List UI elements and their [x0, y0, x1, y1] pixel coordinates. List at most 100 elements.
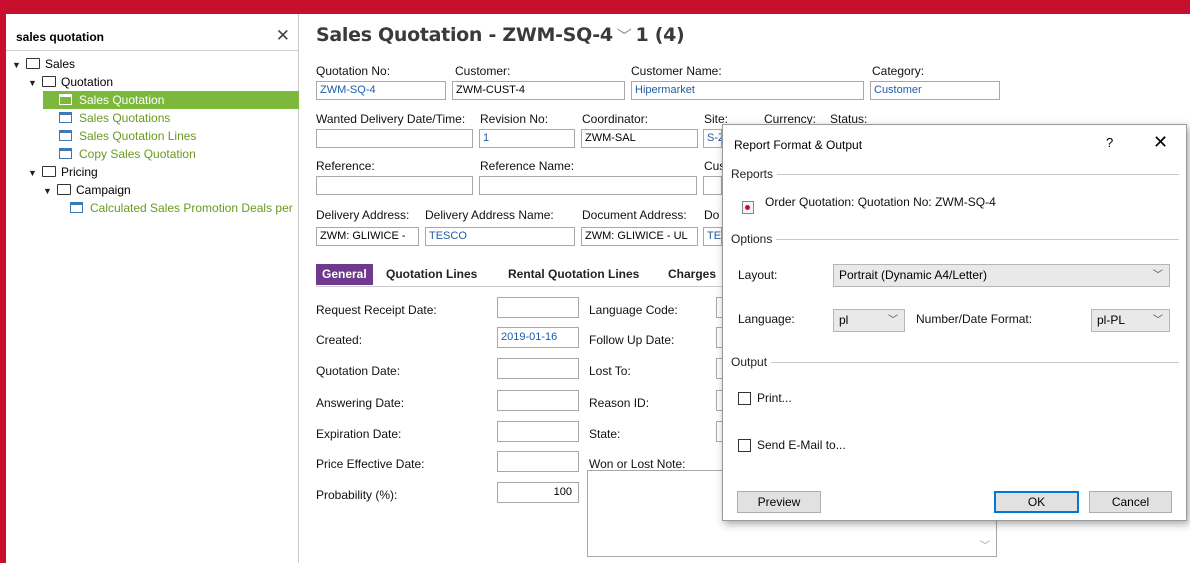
expand-arrow-icon[interactable]: ▼ — [28, 74, 38, 92]
expiration-date-label: Expiration Date: — [316, 427, 402, 441]
print-label[interactable]: Print... — [757, 391, 792, 405]
tree-item-quotation[interactable]: ▼ Quotation — [28, 73, 113, 91]
divider — [731, 362, 1179, 363]
price-effective-date-field[interactable] — [497, 451, 579, 472]
delivery-address-field[interactable]: ZWM: GLIWICE - — [316, 227, 419, 246]
send-email-label[interactable]: Send E-Mail to... — [757, 438, 846, 452]
record-position: 1 (4) — [635, 24, 685, 46]
navigator-search-bar[interactable]: sales quotation ✕ — [6, 24, 298, 51]
customer-name-field[interactable]: Hipermarket — [631, 81, 864, 100]
window-frame-top — [0, 0, 1190, 14]
layout-label: Layout: — [738, 268, 778, 282]
follow-up-date-label: Follow Up Date: — [589, 333, 675, 347]
created-label: Created: — [316, 333, 363, 347]
tree-item-pricing[interactable]: ▼ Pricing — [28, 163, 98, 181]
tab-quotation-lines[interactable]: Quotation Lines — [380, 264, 483, 285]
scroll-down-icon[interactable]: ﹀ — [980, 537, 990, 552]
probability-field[interactable]: 100 — [497, 482, 579, 503]
form-icon — [70, 202, 83, 214]
revision-no-label: Revision No: — [480, 112, 549, 126]
preview-button[interactable]: Preview — [737, 491, 821, 513]
delivery-address-label: Delivery Address: — [316, 208, 410, 222]
cancel-button[interactable]: Cancel — [1089, 491, 1172, 513]
tree-item-sales-quotations[interactable]: Sales Quotations — [59, 109, 170, 127]
expand-arrow-icon[interactable]: ▼ — [28, 164, 38, 182]
wanted-delivery-label: Wanted Delivery Date/Time: — [316, 112, 466, 126]
chevron-down-icon: ﹀ — [1153, 315, 1163, 326]
request-receipt-date-field[interactable] — [497, 297, 579, 318]
chevron-down-icon[interactable]: ﹀ — [617, 27, 632, 45]
tab-bar: General Quotation Lines Rental Quotation… — [316, 264, 736, 287]
page-title-text: Sales Quotation - ZWM-SQ-4 — [316, 24, 613, 46]
revision-no-field[interactable]: 1 — [479, 129, 575, 148]
expiration-date-field[interactable] — [497, 421, 579, 442]
delivery-address-name-field[interactable]: TESCO — [425, 227, 575, 246]
site-field[interactable]: S-Z — [703, 129, 722, 148]
report-item[interactable]: Order Quotation: Quotation No: ZWM-SQ-4 — [765, 195, 996, 209]
reference-field[interactable] — [316, 176, 473, 195]
customer-field[interactable]: ZWM-CUST-4 — [452, 81, 625, 100]
tree-item-sales-quotation[interactable]: Sales Quotation — [43, 91, 299, 109]
document-address-field[interactable]: ZWM: GLIWICE - UL — [581, 227, 698, 246]
divider — [731, 239, 1179, 240]
close-icon[interactable]: ✕ — [1153, 132, 1168, 153]
reference-name-label: Reference Name: — [480, 159, 575, 173]
language-select[interactable]: pl ﹀ — [833, 309, 905, 332]
lost-to-label: Lost To: — [589, 364, 631, 378]
quotation-date-field[interactable] — [497, 358, 579, 379]
folder-icon — [42, 76, 56, 88]
tree-item-label: Quotation — [61, 75, 114, 89]
created-field[interactable]: 2019-01-16 — [497, 327, 579, 348]
tab-charges[interactable]: Charges — [662, 264, 722, 285]
coordinator-field[interactable]: ZWM-SAL — [581, 129, 698, 148]
quotation-no-field[interactable]: ZWM-SQ-4 — [316, 81, 446, 100]
category-field[interactable]: Customer — [870, 81, 1000, 100]
folder-icon — [26, 58, 40, 70]
report-icon — [742, 201, 754, 214]
help-icon[interactable]: ? — [1106, 135, 1113, 150]
wanted-delivery-field[interactable] — [316, 129, 473, 148]
language-code-label: Language Code: — [589, 303, 678, 317]
layout-select[interactable]: Portrait (Dynamic A4/Letter) ﹀ — [833, 264, 1170, 287]
tree-item-label: Sales — [45, 57, 76, 71]
page-title: Sales Quotation - ZWM-SQ-4 ﹀ 1 (4) — [316, 24, 685, 46]
send-email-checkbox[interactable] — [738, 439, 751, 452]
price-effective-date-label: Price Effective Date: — [316, 457, 425, 471]
reason-id-label: Reason ID: — [589, 396, 650, 410]
tree-item-label: Sales Quotation — [79, 93, 165, 107]
tree-item-label: Sales Quotations — [79, 111, 171, 125]
document-address-name-label-partial: Do — [704, 208, 720, 222]
tab-general[interactable]: General — [316, 264, 373, 285]
tree-item-label: Calculated Sales Promotion Deals per — [90, 201, 293, 215]
print-checkbox[interactable] — [738, 392, 751, 405]
answering-date-field[interactable] — [497, 390, 579, 411]
tree-item-calculated-sales-promotion[interactable]: Calculated Sales Promotion Deals per — [70, 199, 293, 217]
tree-item-label: Sales Quotation Lines — [79, 129, 197, 143]
reports-group-label: Reports — [731, 167, 778, 181]
language-label: Language: — [738, 312, 795, 326]
number-date-format-select[interactable]: pl-PL ﹀ — [1091, 309, 1170, 332]
language-select-value: pl — [839, 313, 849, 327]
expand-arrow-icon[interactable]: ▼ — [12, 56, 22, 74]
close-icon[interactable]: ✕ — [276, 26, 290, 46]
options-group-label: Options — [731, 232, 777, 246]
tree-item-campaign[interactable]: ▼ Campaign — [43, 181, 131, 199]
tree-item-sales[interactable]: ▼ Sales — [12, 55, 75, 73]
report-format-dialog: Report Format & Output ? ✕ Reports Order… — [722, 124, 1187, 521]
document-address-name-field[interactable]: TE — [703, 227, 722, 246]
dialog-title: Report Format & Output — [734, 138, 863, 152]
expand-arrow-icon[interactable]: ▼ — [43, 182, 53, 200]
navigator-search-text[interactable]: sales quotation — [16, 30, 104, 44]
folder-icon — [42, 166, 56, 178]
reference-label: Reference: — [316, 159, 375, 173]
reference-name-field[interactable] — [479, 176, 697, 195]
form-icon — [59, 148, 72, 160]
tree-item-label: Pricing — [61, 165, 98, 179]
tree-item-sales-quotation-lines[interactable]: Sales Quotation Lines — [59, 127, 196, 145]
output-group-label: Output — [731, 355, 772, 369]
tree-item-copy-sales-quotation[interactable]: Copy Sales Quotation — [59, 145, 196, 163]
customer-po-field[interactable] — [703, 176, 722, 195]
tab-rental-quotation-lines[interactable]: Rental Quotation Lines — [502, 264, 645, 285]
number-date-format-label: Number/Date Format: — [916, 312, 1033, 326]
ok-button[interactable]: OK — [994, 491, 1079, 513]
